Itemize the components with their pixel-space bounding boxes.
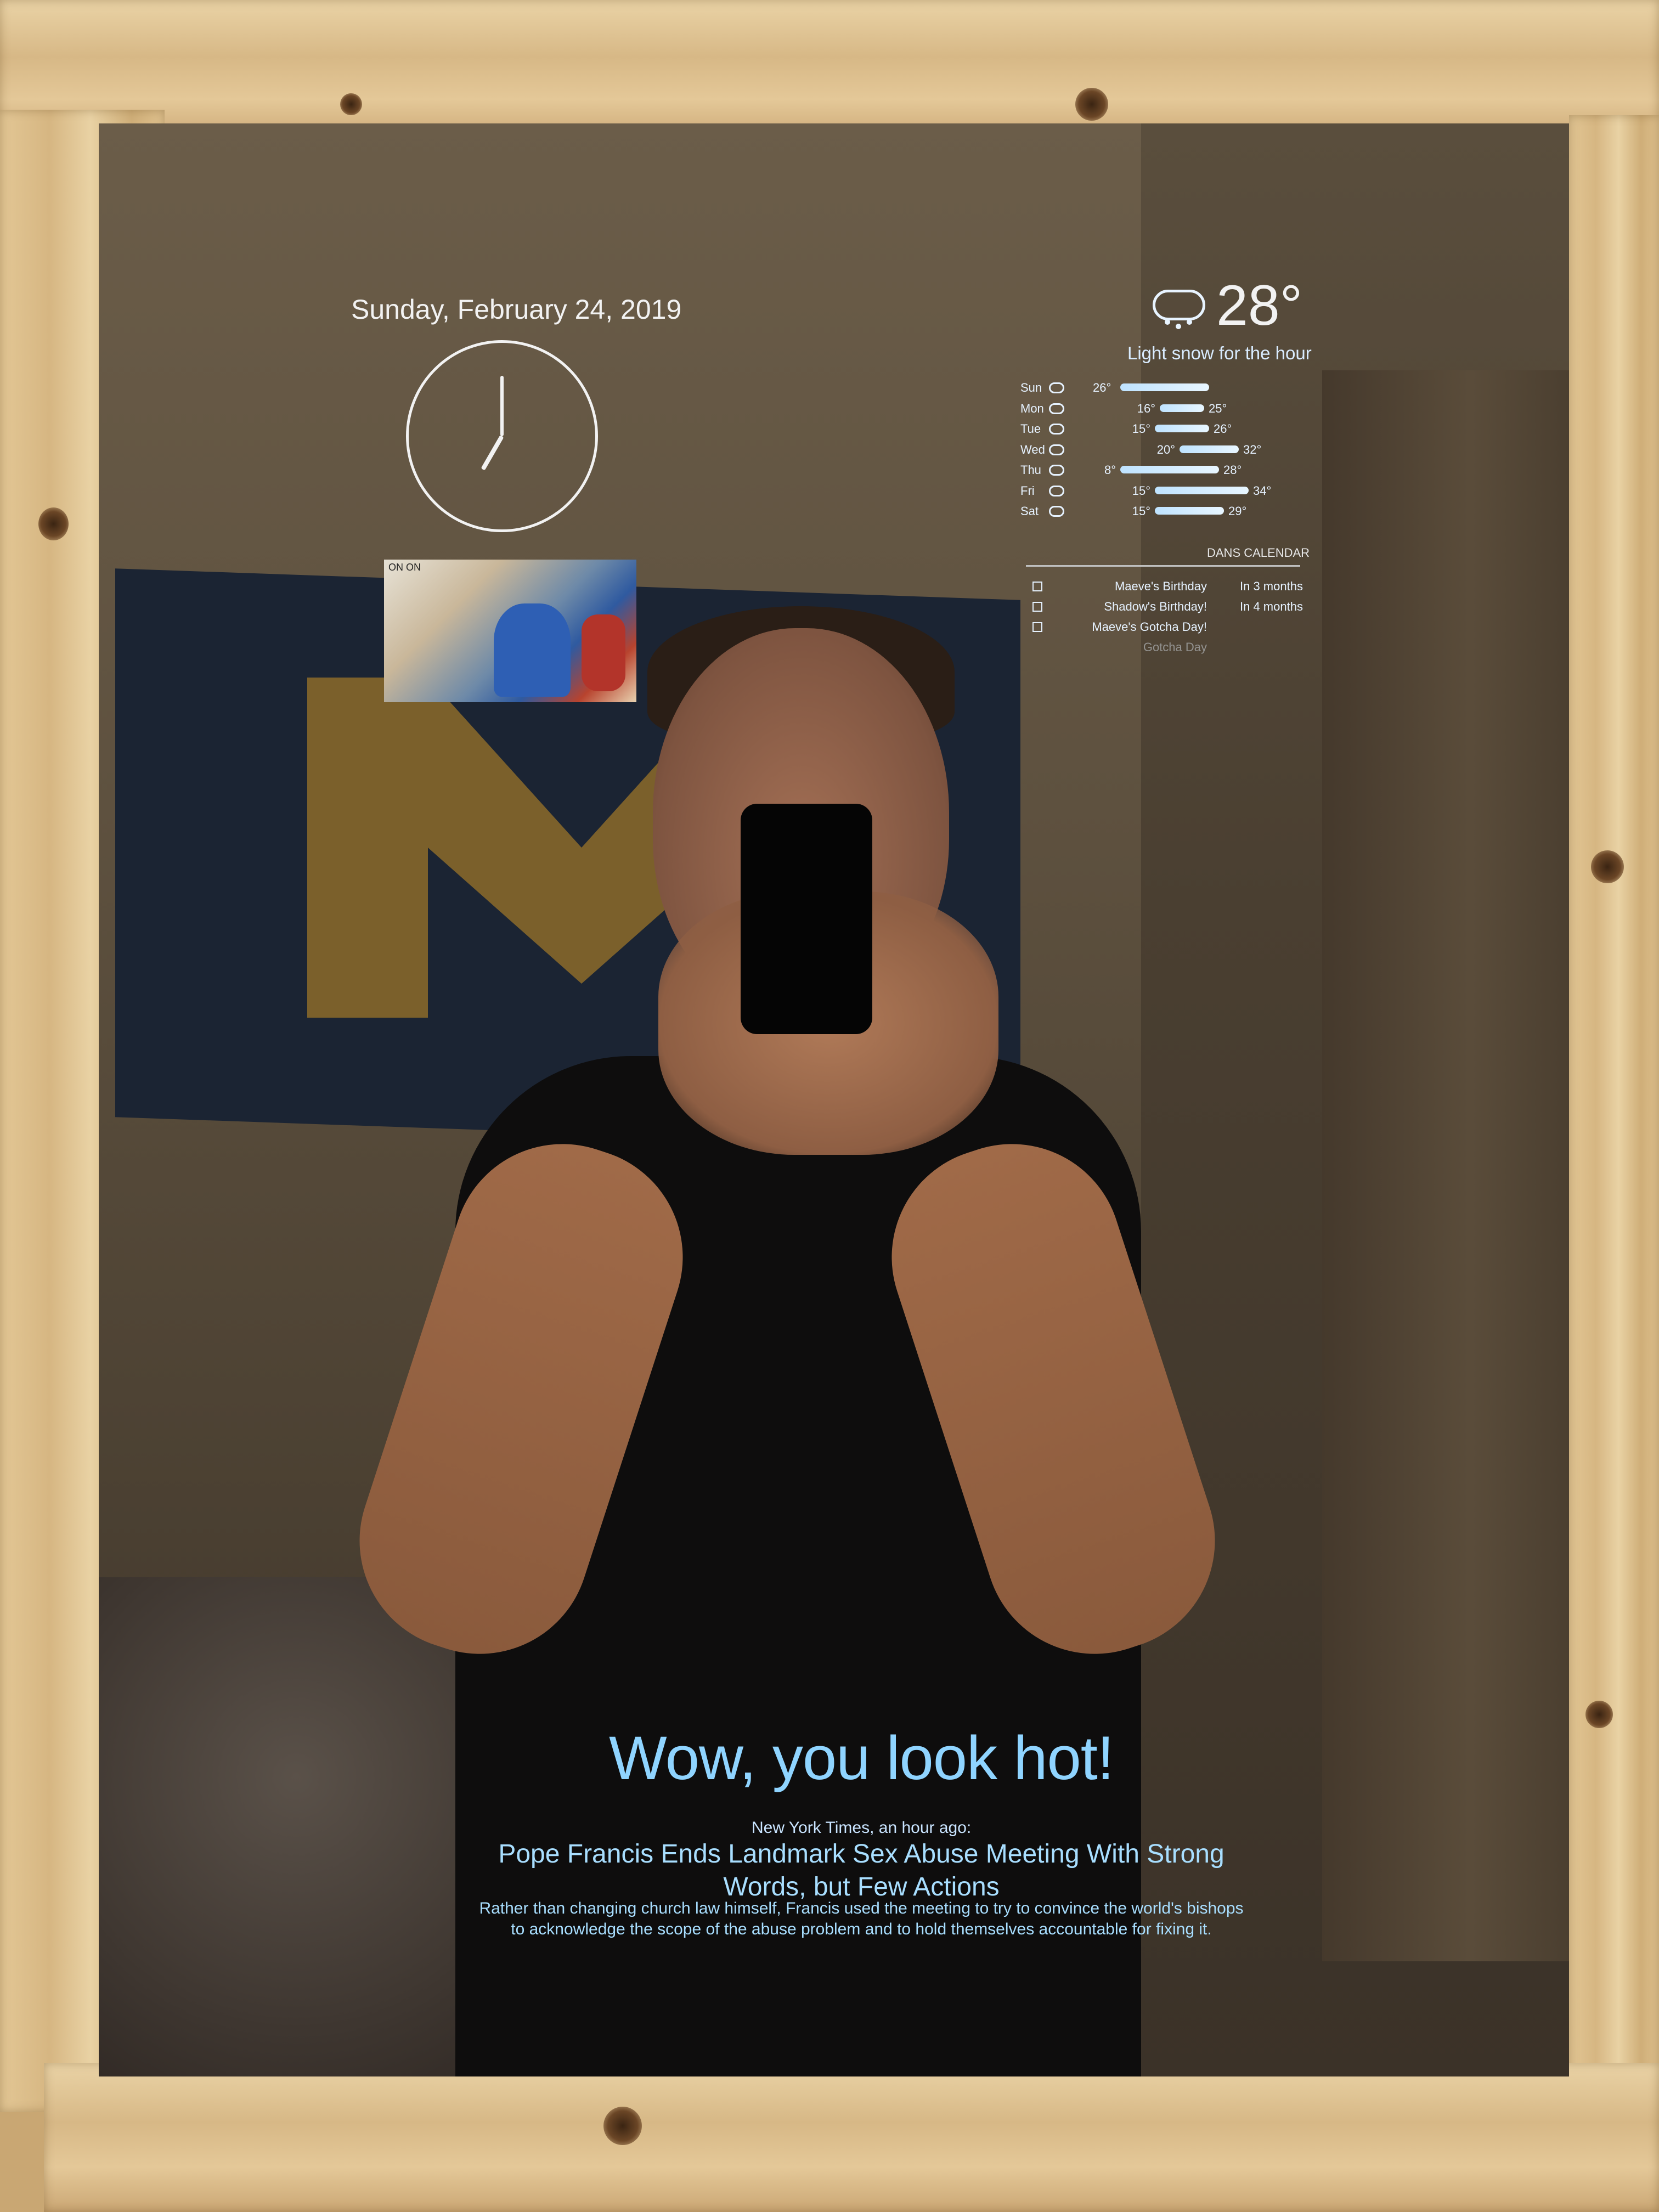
forecast-day: Sun bbox=[1020, 381, 1042, 394]
forecast-low: 16° bbox=[1137, 401, 1155, 415]
forecast-day: Thu bbox=[1020, 463, 1041, 477]
news-description: Rather than changing church law himself,… bbox=[479, 1899, 1244, 1938]
forecast-row: Sat 15° 29° bbox=[1020, 501, 1306, 522]
forecast-row: Tue 15° 26° bbox=[1020, 419, 1306, 439]
forecast-temp-bar bbox=[1180, 445, 1239, 453]
forecast-day: Sat bbox=[1020, 504, 1039, 518]
cloud-icon bbox=[1049, 403, 1064, 414]
forecast-temp-bar bbox=[1120, 383, 1209, 391]
forecast-low: 15° bbox=[1132, 504, 1150, 518]
forecast-temp-bar bbox=[1155, 486, 1249, 494]
current-weather: 28° bbox=[1149, 277, 1302, 334]
calendar-event: Shadow's Birthday! In 4 months bbox=[1026, 597, 1311, 616]
forecast-high: 34° bbox=[1253, 483, 1272, 498]
forecast-row: Fri 15° 34° bbox=[1020, 481, 1306, 501]
forecast-temp-bar bbox=[1155, 507, 1224, 515]
forecast-row: Mon 16° 25° bbox=[1020, 398, 1306, 419]
calendar-event: Gotcha Day bbox=[1026, 638, 1311, 657]
forecast-temp-bar bbox=[1155, 425, 1209, 432]
weather-summary: Light snow for the hour bbox=[1127, 343, 1312, 363]
forecast-row: Wed 20° 32° bbox=[1020, 439, 1306, 460]
current-temperature: 28° bbox=[1216, 274, 1303, 337]
clock-hour-hand bbox=[481, 435, 504, 471]
clock-minute-hand bbox=[500, 376, 504, 436]
forecast-high: 28° bbox=[1223, 463, 1242, 477]
magic-mirror-ui: Sunday, February 24, 2019 ON ON 28° Ligh… bbox=[0, 0, 1659, 2212]
cloud-icon bbox=[1049, 424, 1064, 435]
cloud-icon bbox=[1049, 444, 1064, 455]
calendar-event-name: Maeve's Birthday bbox=[1114, 579, 1207, 593]
forecast-day: Fri bbox=[1020, 483, 1035, 498]
forecast-day: Wed bbox=[1020, 442, 1045, 456]
partly-cloudy-icon bbox=[1049, 465, 1064, 476]
news-source: New York Times, an hour ago: bbox=[752, 1819, 972, 1837]
news-image: ON ON bbox=[384, 560, 636, 702]
forecast-low: 15° bbox=[1132, 483, 1150, 498]
calendar-event: Maeve's Birthday In 3 months bbox=[1026, 577, 1311, 596]
calendar-event-time: In 4 months bbox=[1240, 600, 1303, 613]
forecast-low: 20° bbox=[1156, 442, 1175, 456]
compliment-text: Wow, you look hot! bbox=[609, 1724, 1114, 1792]
calendar-event-name: Maeve's Gotcha Day! bbox=[1092, 620, 1207, 634]
news-image-figure bbox=[494, 603, 571, 697]
partly-cloudy-icon bbox=[1049, 485, 1064, 496]
calendar-event-name: Gotcha Day bbox=[1143, 640, 1207, 654]
cloud-icon bbox=[1049, 506, 1064, 517]
weather-forecast: Sun 26° Mon 16° 25° Tue 15° 26° Wed 20° 32° Thu 8° 28… bbox=[1020, 377, 1306, 522]
forecast-day: Tue bbox=[1020, 422, 1041, 436]
calendar-event-name: Shadow's Birthday! bbox=[1104, 600, 1207, 613]
snow-cloud-icon bbox=[1149, 281, 1205, 330]
forecast-high: 26° bbox=[1214, 422, 1232, 436]
news-image-tag: ON ON bbox=[388, 562, 421, 573]
calendar-icon bbox=[1032, 582, 1042, 591]
news-image-chair bbox=[582, 614, 625, 691]
analog-clock bbox=[406, 340, 598, 532]
forecast-high: 26° bbox=[1093, 381, 1111, 394]
forecast-high: 29° bbox=[1228, 504, 1247, 518]
forecast-temp-bar bbox=[1120, 466, 1219, 473]
forecast-row: Sun 26° bbox=[1020, 377, 1306, 398]
news-headline: Pope Francis Ends Landmark Sex Abuse Mee… bbox=[498, 1839, 1224, 1901]
calendar-event-time: In 3 months bbox=[1240, 579, 1303, 593]
forecast-high: 25° bbox=[1209, 401, 1227, 415]
cloud-icon bbox=[1049, 382, 1064, 393]
date-display: Sunday, February 24, 2019 bbox=[351, 294, 682, 325]
forecast-temp-bar bbox=[1160, 404, 1204, 412]
calendar-icon bbox=[1032, 602, 1042, 612]
calendar-divider bbox=[1026, 565, 1300, 567]
calendar-title: DANS CALENDAR bbox=[1207, 546, 1310, 560]
calendar-icon bbox=[1032, 622, 1042, 632]
forecast-low: 15° bbox=[1132, 422, 1150, 436]
forecast-low: 8° bbox=[1104, 463, 1116, 477]
forecast-high: 32° bbox=[1243, 442, 1262, 456]
calendar-event: Maeve's Gotcha Day! bbox=[1026, 618, 1311, 636]
forecast-day: Mon bbox=[1020, 401, 1044, 415]
forecast-row: Thu 8° 28° bbox=[1020, 460, 1306, 481]
